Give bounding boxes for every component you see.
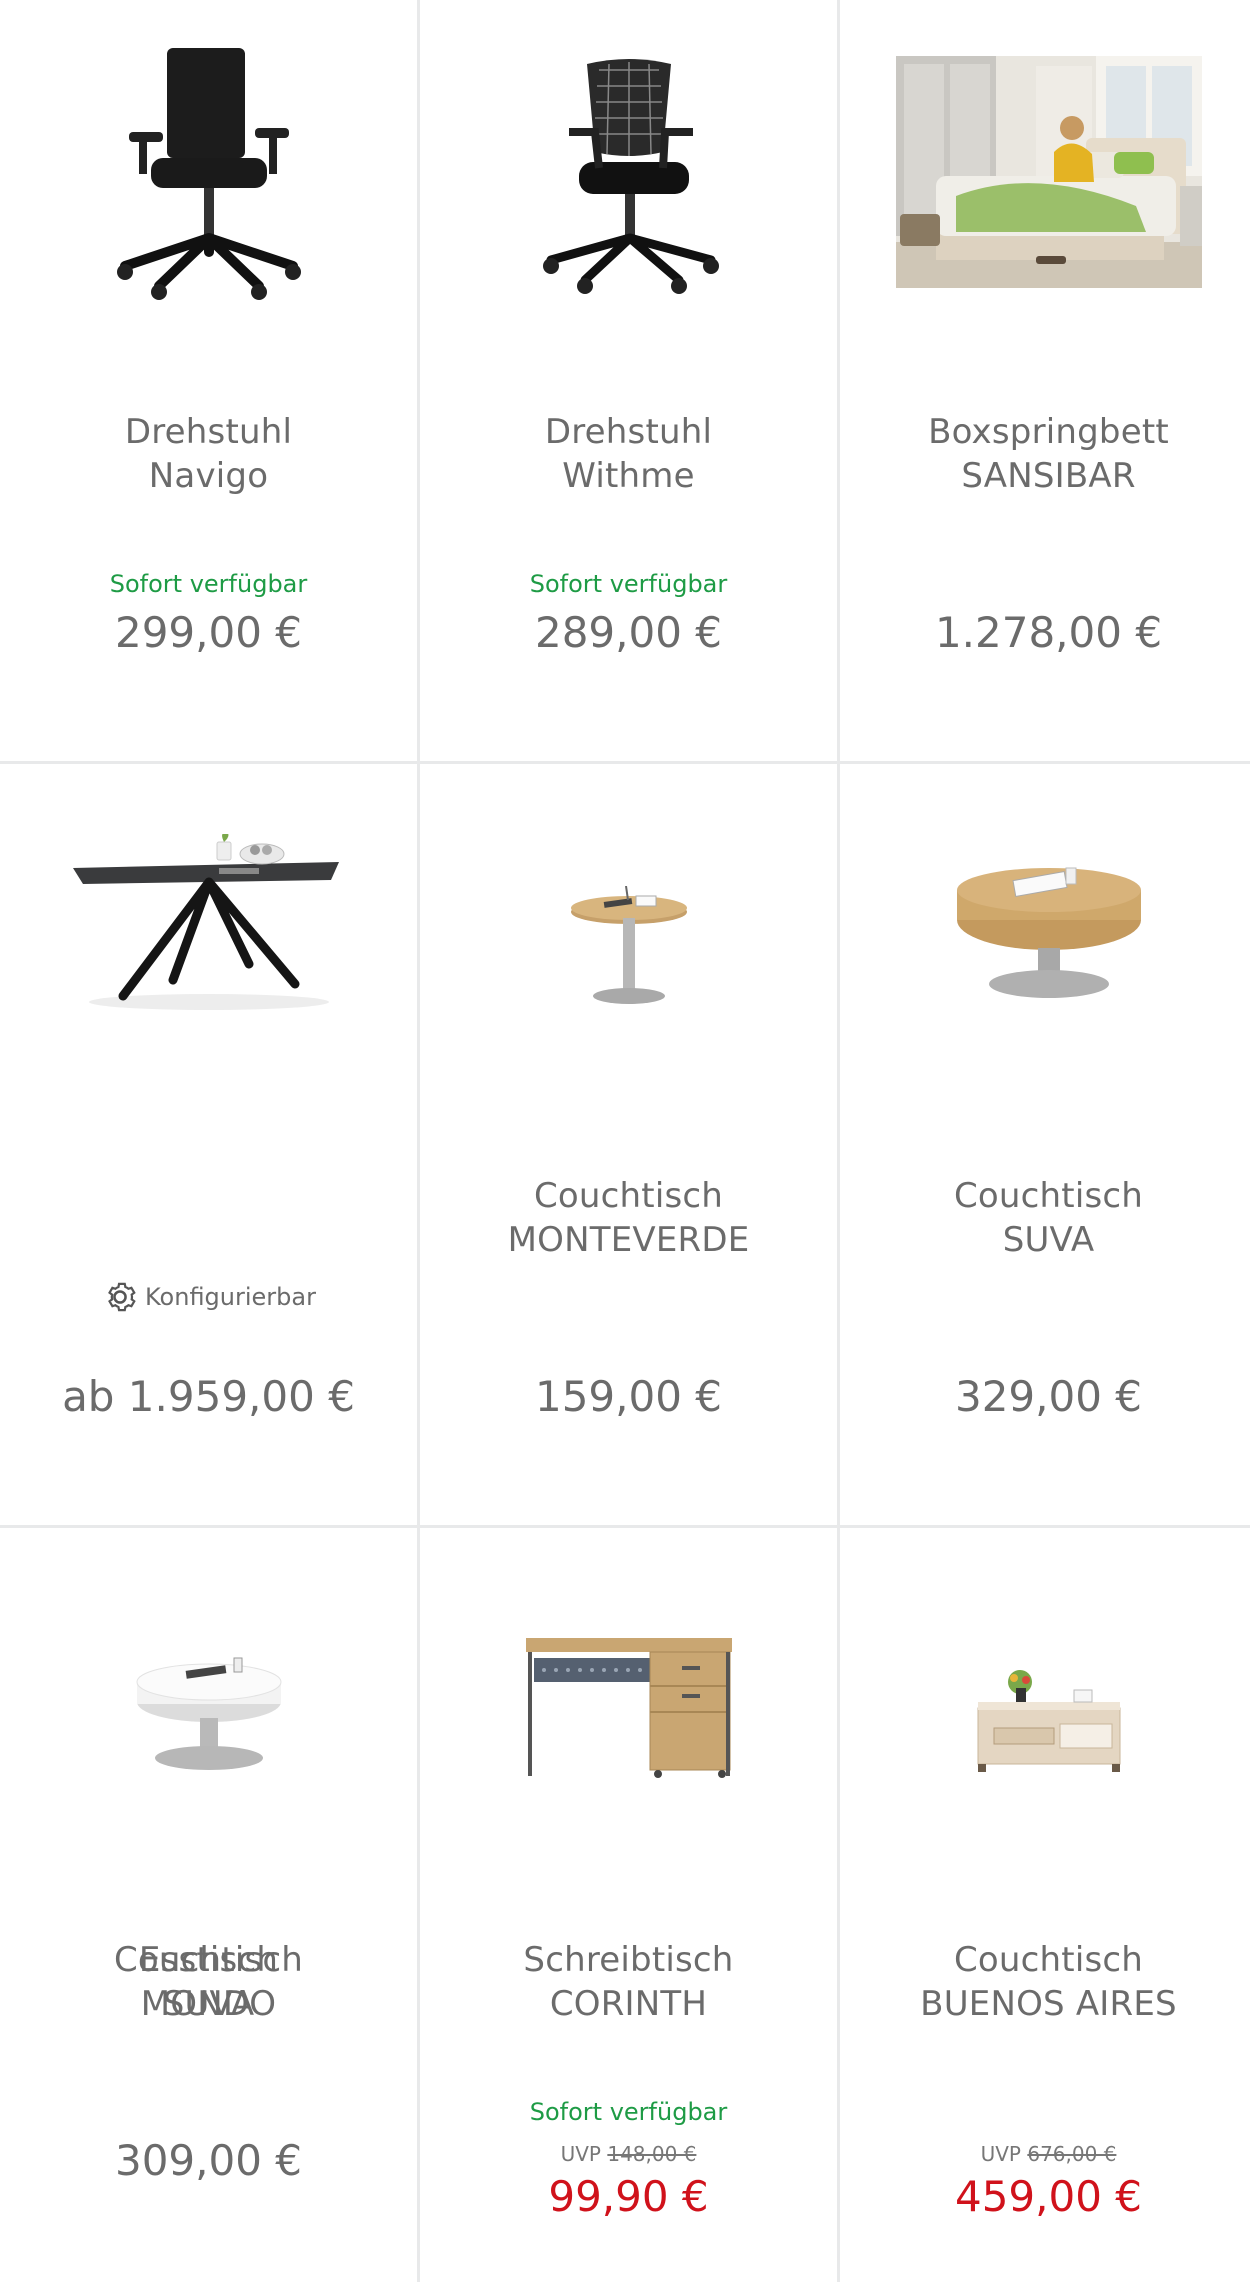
product-card[interactable]: Drehstuhl Navigo Sofort verfügbar 299,00… [0, 0, 417, 764]
white-coffee-table-icon[interactable] [0, 1652, 417, 1792]
availability-label: Sofort verfügbar [529, 2098, 728, 2126]
product-title-line: MONTEVERDE [507, 1220, 750, 1260]
product-card[interactable]: Esstisch MONDO Konfigurierbar ab 1.959,0… [0, 764, 417, 2024]
product-title-line: CORINTH [549, 1984, 708, 2024]
uvp-price: UVP 676,00 € [840, 2142, 1250, 2166]
product-title-line: SUVA [162, 1984, 255, 2024]
product-title-line: Drehstuhl [124, 412, 293, 452]
product-card[interactable]: Couchtisch BUENOS AIRES UVP 676,00 € 459… [840, 1528, 1250, 2292]
product-card[interactable]: Couchtisch SUVA 329,00 € [840, 764, 1250, 1528]
gear-icon [108, 1282, 136, 1312]
product-title-line: SANSIBAR [961, 456, 1136, 496]
round-coffee-table-icon[interactable] [840, 864, 1250, 1014]
product-title-line: Couchtisch [533, 1176, 724, 1216]
mesh-office-chair-icon[interactable] [420, 56, 837, 306]
product-title[interactable]: Drehstuhl Navigo [0, 410, 417, 498]
product-title-line: BUENOS AIRES [920, 1984, 1177, 2024]
product-card[interactable]: Couchtisch MONTEVERDE 159,00 € [420, 764, 837, 1528]
product-title-line: Withme [562, 456, 695, 496]
desk-icon[interactable] [420, 1632, 837, 1782]
product-title[interactable]: Couchtisch MONTEVERDE [420, 1174, 837, 1262]
product-price: 329,00 € [954, 1372, 1143, 1421]
product-card[interactable]: Drehstuhl Withme Sofort verfügbar 289,00… [420, 0, 837, 764]
product-price: 159,00 € [534, 1372, 723, 1421]
product-title-line: Schreibtisch [523, 1940, 734, 1980]
product-title[interactable]: Schreibtisch CORINTH [420, 1938, 837, 2026]
product-title-line: Drehstuhl [544, 412, 713, 452]
dining-table-icon[interactable] [0, 834, 417, 1014]
product-price: ab 1.959,00 € [62, 1372, 355, 1421]
configurable-label[interactable]: Konfigurierbar [0, 1278, 417, 1316]
uvp-price: UVP 148,00 € [420, 2142, 837, 2166]
product-title-line: Couchtisch [953, 1176, 1144, 1216]
product-title[interactable]: Drehstuhl Withme [420, 410, 837, 498]
uvp-label: UVP [560, 2142, 601, 2166]
uvp-old-price: 148,00 € [607, 2142, 697, 2166]
sale-price: 459,00 € [954, 2172, 1143, 2221]
product-title-line: Couchtisch [113, 1940, 304, 1980]
product-title-line: SUVA [1002, 1220, 1095, 1260]
product-price: 309,00 € [114, 2136, 303, 2185]
product-price: 289,00 € [534, 608, 723, 657]
product-title[interactable]: Boxspringbett SANSIBAR [840, 410, 1250, 498]
product-title[interactable]: Couchtisch SUVA [840, 1174, 1250, 1262]
bedroom-photo-icon[interactable] [840, 56, 1250, 288]
product-title-line: Boxspringbett [928, 412, 1169, 452]
uvp-label: UVP [980, 2142, 1021, 2166]
wood-coffee-table-icon[interactable] [840, 1668, 1250, 1778]
sale-price: 99,90 € [548, 2172, 709, 2221]
office-chair-icon[interactable] [0, 40, 417, 310]
configurable-text: Konfigurierbar [145, 1283, 316, 1311]
product-card[interactable]: Schreibtisch CORINTH Sofort verfügbar UV… [420, 1528, 837, 2292]
product-price: 1.278,00 € [934, 608, 1163, 657]
product-title[interactable]: Couchtisch BUENOS AIRES [840, 1938, 1250, 2026]
availability-label: Sofort verfügbar [529, 570, 728, 598]
product-title-line: Couchtisch [953, 1940, 1144, 1980]
uvp-old-price: 676,00 € [1027, 2142, 1117, 2166]
round-side-table-icon[interactable] [420, 886, 837, 1016]
product-card[interactable]: Boxspringbett SANSIBAR 1.278,00 € [840, 0, 1250, 764]
product-grid: Drehstuhl Navigo Sofort verfügbar 299,00… [0, 0, 1250, 2282]
product-title[interactable]: Couchtisch SUVA [0, 1938, 417, 2026]
product-title-line: Navigo [148, 456, 269, 496]
product-card[interactable]: Couchtisch SUVA 309,00 € [0, 1528, 417, 2292]
product-price: 299,00 € [114, 608, 303, 657]
availability-label: Sofort verfügbar [109, 570, 308, 598]
